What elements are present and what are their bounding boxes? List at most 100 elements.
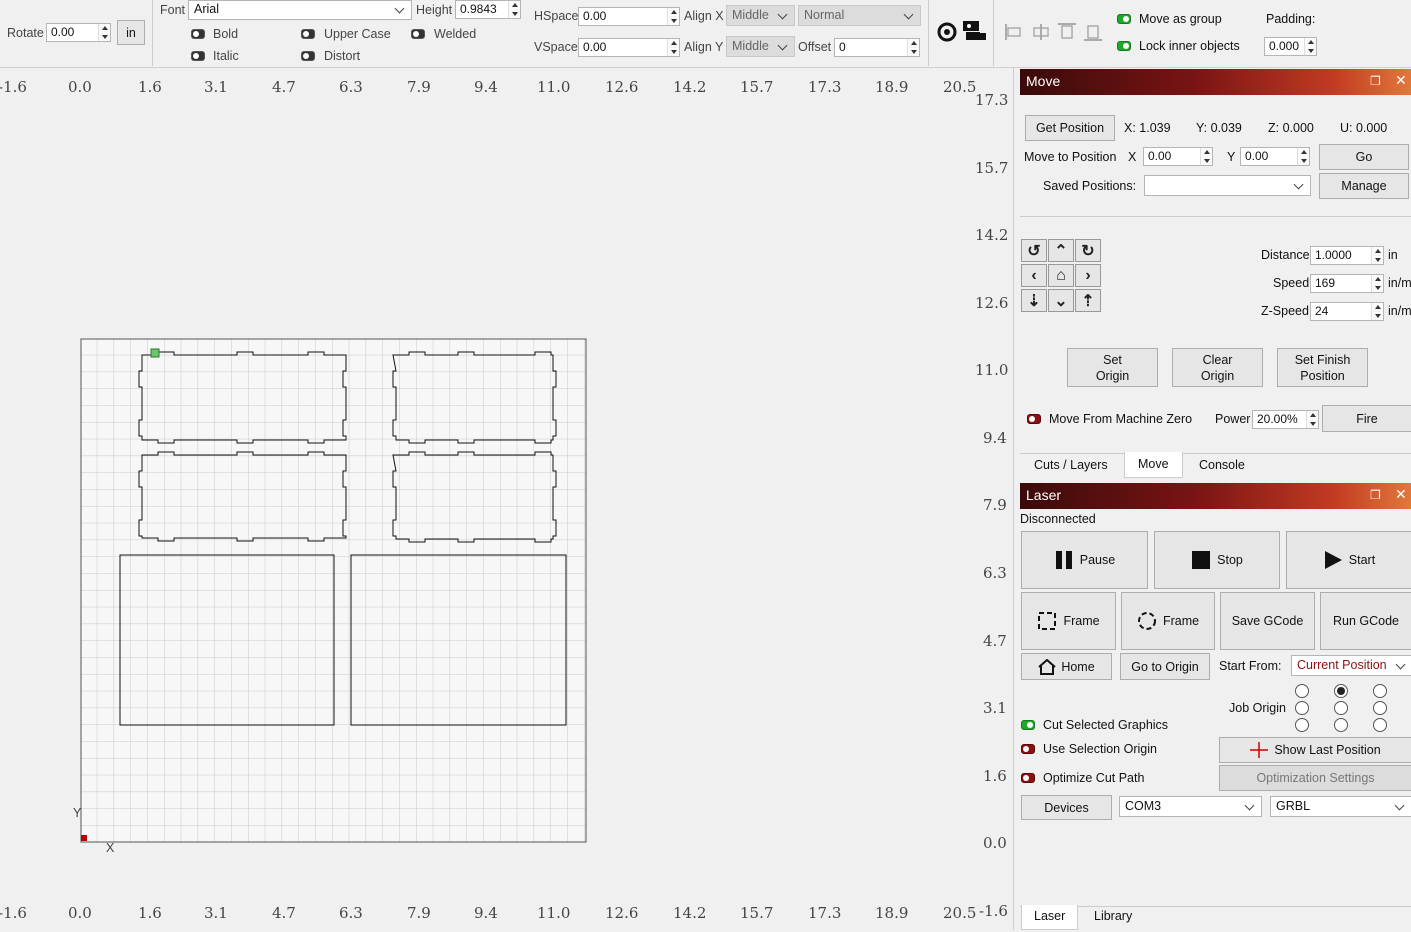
power-spinner[interactable] (1306, 411, 1318, 428)
frame-rect-button[interactable]: Frame (1021, 592, 1116, 650)
font-dropdown[interactable]: Arial (188, 0, 412, 20)
move-from-machine-zero-toggle[interactable] (1027, 414, 1041, 424)
job-origin-radio-tr[interactable] (1373, 684, 1387, 698)
work-area[interactable] (80, 338, 588, 844)
start-from-dropdown[interactable]: Current Position (1291, 655, 1411, 676)
padding-input[interactable]: 0.000 (1264, 37, 1317, 56)
tab-move[interactable]: Move (1124, 452, 1183, 478)
unit-toggle-button[interactable]: in (117, 20, 145, 45)
offset-input[interactable]: 0 (834, 38, 920, 57)
align-y-dropdown[interactable]: Middle (726, 36, 795, 57)
rotate-cw-button[interactable]: ↻ (1075, 239, 1101, 262)
job-origin-radio-bc[interactable] (1334, 718, 1348, 732)
move-y-input[interactable]: 0.00 (1240, 147, 1310, 166)
tab-cuts-layers[interactable]: Cuts / Layers (1021, 453, 1121, 479)
job-origin-radio-tc[interactable] (1334, 684, 1348, 698)
jog-up-button[interactable]: ⌃ (1048, 239, 1074, 262)
align-top-icon[interactable] (1056, 22, 1078, 42)
vspace-input[interactable]: 0.00 (578, 38, 680, 57)
z-up-button[interactable]: ⇡ (1075, 289, 1101, 312)
lock-inner-toggle[interactable] (1117, 41, 1131, 51)
tab-library[interactable]: Library (1082, 905, 1144, 931)
optimize-cut-path-toggle[interactable] (1021, 773, 1035, 783)
set-origin-button[interactable]: Set Origin (1067, 348, 1158, 387)
job-origin-radio-tl[interactable] (1295, 684, 1309, 698)
ruler-label: 14.2 (975, 226, 1009, 244)
port-dropdown[interactable]: COM3 (1119, 796, 1262, 817)
move-as-group-toggle[interactable] (1117, 14, 1131, 24)
style-dropdown[interactable]: Normal (798, 5, 921, 26)
go-to-origin-button[interactable]: Go to Origin (1120, 653, 1210, 680)
devices-button[interactable]: Devices (1021, 795, 1112, 820)
frame-label: Frame (1063, 614, 1100, 628)
move-y-spinner[interactable] (1297, 148, 1309, 165)
italic-toggle[interactable] (191, 51, 205, 61)
move-x-spinner[interactable] (1200, 148, 1212, 165)
clear-origin-button[interactable]: Clear Origin (1172, 348, 1263, 387)
tab-laser[interactable]: Laser (1021, 905, 1079, 930)
align-x-dropdown[interactable]: Middle (726, 5, 795, 26)
speed-input[interactable]: 169 (1310, 274, 1384, 293)
jog-left-button[interactable]: ‹ (1021, 264, 1047, 287)
z-down-button[interactable]: ⇣ (1021, 289, 1047, 312)
job-origin-radio-bl[interactable] (1295, 718, 1309, 732)
distance-spinner[interactable] (1371, 247, 1383, 264)
rotate-ccw-button[interactable]: ↺ (1021, 239, 1047, 262)
bold-toggle[interactable] (191, 29, 205, 39)
fire-button[interactable]: Fire (1322, 405, 1411, 432)
rotate-input[interactable]: 0.00 (46, 23, 111, 42)
manage-button[interactable]: Manage (1319, 173, 1409, 199)
distort-toggle[interactable] (301, 51, 315, 61)
upper-case-toggle[interactable] (301, 29, 315, 39)
height-input[interactable]: 0.9843 (455, 0, 521, 19)
controller-dropdown[interactable]: GRBL (1270, 796, 1411, 817)
padding-spinner[interactable] (1304, 38, 1316, 55)
use-selection-origin-toggle[interactable] (1021, 744, 1035, 754)
power-input[interactable]: 20.00% (1252, 410, 1319, 429)
start-button[interactable]: Start (1286, 531, 1411, 589)
float-panel-icon[interactable]: ❐ (1370, 489, 1382, 501)
cut-selected-graphics-toggle[interactable] (1021, 720, 1035, 730)
jog-down-button[interactable]: ⌄ (1048, 289, 1074, 312)
frame-circle-button[interactable]: Frame (1121, 592, 1215, 650)
vspace-spinner[interactable] (667, 39, 679, 56)
show-last-position-button[interactable]: Show Last Position (1219, 737, 1411, 763)
align-left-icon[interactable] (1004, 22, 1026, 42)
distance-input[interactable]: 1.0000 (1310, 246, 1384, 265)
float-panel-icon[interactable]: ❐ (1370, 75, 1382, 87)
welded-toggle[interactable] (411, 29, 425, 39)
set-finish-position-button[interactable]: Set Finish Position (1277, 348, 1368, 387)
job-origin-radio-br[interactable] (1373, 718, 1387, 732)
stop-label: Stop (1217, 553, 1243, 567)
jog-right-button[interactable]: › (1075, 264, 1101, 287)
z-speed-spinner[interactable] (1371, 303, 1383, 320)
job-origin-radio-ml[interactable] (1295, 701, 1309, 715)
height-spinner[interactable] (508, 1, 520, 18)
close-icon[interactable]: ✕ (1395, 73, 1407, 87)
z-speed-input[interactable]: 24 (1310, 302, 1384, 321)
laser-machine-icon[interactable] (961, 18, 987, 44)
stop-button[interactable]: Stop (1154, 531, 1280, 589)
run-gcode-button[interactable]: Run GCode (1320, 592, 1411, 650)
hspace-input[interactable]: 0.00 (578, 7, 680, 26)
go-button[interactable]: Go (1319, 144, 1409, 170)
close-icon[interactable]: ✕ (1395, 487, 1407, 501)
align-bottom-icon[interactable] (1082, 22, 1104, 42)
jog-home-button[interactable]: ⌂ (1048, 264, 1074, 287)
hspace-spinner[interactable] (667, 8, 679, 25)
offset-spinner[interactable] (907, 39, 919, 56)
tab-console[interactable]: Console (1186, 453, 1258, 479)
saved-positions-dropdown[interactable] (1144, 175, 1311, 196)
rotate-spinner[interactable] (98, 24, 110, 41)
align-center-icon[interactable] (1030, 22, 1052, 42)
job-origin-radio-mr[interactable] (1373, 701, 1387, 715)
move-x-input[interactable]: 0.00 (1143, 147, 1213, 166)
speed-spinner[interactable] (1371, 275, 1383, 292)
job-origin-radio-mc[interactable] (1334, 701, 1348, 715)
optimization-settings-button[interactable]: Optimization Settings (1219, 765, 1411, 791)
home-button[interactable]: Home (1021, 653, 1112, 680)
pause-button[interactable]: Pause (1021, 531, 1148, 589)
get-position-button[interactable]: Get Position (1025, 115, 1115, 141)
save-gcode-button[interactable]: Save GCode (1220, 592, 1315, 650)
visibility-eye-icon[interactable] (935, 21, 959, 43)
